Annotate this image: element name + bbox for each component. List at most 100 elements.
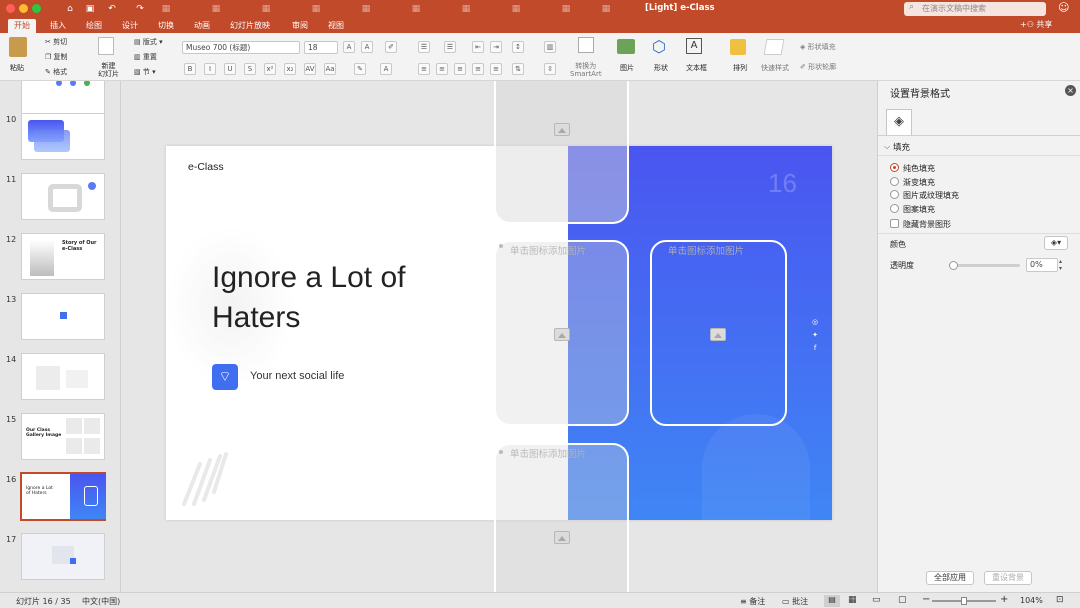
tab-home[interactable]: 开始 [8,19,36,33]
tab-design[interactable]: 设计 [116,19,144,33]
transparency-slider-track[interactable] [952,264,1020,267]
strikethrough-icon[interactable]: S [244,63,256,75]
picture-placeholder-icon[interactable] [554,123,570,136]
slide-thumbnail[interactable]: Our Class Gallery Image [21,413,105,460]
slide-sorter-icon[interactable]: ▦ [848,595,857,605]
zoom-in-button[interactable]: + [1000,594,1008,605]
zoom-window-button[interactable] [32,4,41,13]
transparency-input[interactable]: 0% [1026,258,1058,272]
cut-button[interactable]: ✂ 剪切 [45,37,67,47]
picture-placeholder-icon[interactable] [710,328,726,341]
slide-thumbnail[interactable] [21,113,105,160]
slide-thumbnail[interactable]: Story of Our e-Class [21,233,105,280]
notes-button[interactable]: ≡ 备注 [740,596,765,607]
fit-to-window-icon[interactable]: ⊡ [1056,595,1064,605]
underline-icon[interactable]: U [224,63,236,75]
tab-slideshow[interactable]: 幻灯片放映 [224,19,276,33]
paste-button[interactable]: 粘贴 [10,63,24,73]
close-window-button[interactable] [6,4,15,13]
gradient-fill-radio[interactable] [890,177,899,186]
format-painter-button[interactable]: ✎ 格式 [45,67,67,77]
tab-transitions[interactable]: 切换 [152,19,180,33]
italic-icon[interactable]: I [204,63,216,75]
bullets-icon[interactable]: ☰ [418,41,430,53]
section-button[interactable]: ▧ 节 ▾ [134,67,156,77]
arrange-button[interactable]: 排列 [733,63,747,73]
language-status[interactable]: 中文(中国) [82,596,120,607]
slide-thumbnail-selected[interactable]: Ignore a Lot of Haters [20,472,106,521]
highlight-icon[interactable]: ✎ [354,63,366,75]
tab-insert[interactable]: 插入 [44,19,72,33]
subscript-icon[interactable]: x₂ [284,63,296,75]
arrange-icon[interactable] [730,39,746,55]
text-direction-icon[interactable]: ⇅ [512,63,524,75]
share-button[interactable]: +⚇ 共享 [1020,19,1052,30]
tab-view[interactable]: 视图 [322,19,350,33]
redo-icon[interactable]: ↷ [134,3,146,15]
tab-animations[interactable]: 动画 [188,19,216,33]
undo-icon[interactable]: ↶ [106,3,118,15]
account-icon[interactable]: ☺ [1058,1,1069,14]
picture-placeholder[interactable] [494,81,629,224]
smartart-icon[interactable] [578,37,594,53]
picture-placeholder-icon[interactable] [554,328,570,341]
slide-thumbnail[interactable] [21,293,105,340]
indent-icon[interactable]: ⇥ [490,41,502,53]
textbox-icon[interactable]: A [686,38,702,54]
bold-icon[interactable]: B [184,63,196,75]
shape-fill-button[interactable]: ◈ 形状填充 [800,42,836,52]
paste-icon[interactable] [9,37,27,57]
slide-thumbnail[interactable] [21,353,105,400]
transparency-stepper[interactable]: ▴ ▾ [1059,258,1062,272]
shape-outline-button[interactable]: ✐ 形状轮廓 [800,62,836,72]
search-input[interactable]: 在演示文稿中搜索 [904,2,1046,16]
reading-view-icon[interactable]: ▭ [872,595,881,605]
comments-button[interactable]: ▭ 批注 [782,596,808,607]
home-icon[interactable]: ⌂ [64,3,76,15]
slide-title[interactable]: Ignore a Lot of Haters [212,258,405,338]
align-left-icon[interactable]: ≡ [418,63,430,75]
reset-button[interactable]: ▥ 重置 [134,52,157,62]
slide-thumbnail[interactable] [21,533,105,580]
picture-placeholder-icon[interactable] [554,531,570,544]
zoom-out-button[interactable]: − [922,594,930,605]
tab-review[interactable]: 审阅 [286,19,314,33]
quick-styles-button[interactable]: 快速样式 [761,63,789,73]
new-slide-icon[interactable] [98,37,114,55]
distributed-icon[interactable]: ≡ [490,63,502,75]
save-icon[interactable]: ▣ [84,3,96,15]
solid-fill-radio[interactable] [890,163,899,172]
collapse-chevron-icon[interactable]: ⌵ [884,142,890,152]
outdent-icon[interactable]: ⇤ [472,41,484,53]
font-color-icon[interactable]: A [380,63,392,75]
increase-font-icon[interactable]: A [343,41,355,53]
close-panel-button[interactable]: × [1065,85,1076,96]
picture-placeholder[interactable]: 单击图标添加图片 [494,240,629,426]
slide-thumbnails-pane[interactable]: 10 11 12 Story of Our e-Class 13 14 15 O… [0,81,121,592]
reset-background-button[interactable]: 重设背景 [984,571,1032,585]
align-text-icon[interactable]: ⇳ [544,63,556,75]
transparency-slider-handle[interactable] [949,261,958,270]
minimize-window-button[interactable] [19,4,28,13]
shape-button[interactable]: 形状 [654,63,668,73]
fill-tab-icon[interactable]: ◈ [886,109,912,135]
picture-fill-radio[interactable] [890,190,899,199]
pattern-fill-radio[interactable] [890,204,899,213]
change-case-icon[interactable]: Aa [324,63,336,75]
line-spacing-icon[interactable]: ↕ [512,41,524,53]
convert-smartart-button[interactable]: 转换为 SmartArt [570,62,602,78]
normal-view-icon[interactable]: ▤ [824,595,840,607]
slideshow-icon[interactable]: ▢ [898,595,907,605]
font-size-select[interactable]: 18 [304,41,338,54]
clear-format-icon[interactable]: ✐ [385,41,397,53]
quick-styles-icon[interactable] [763,39,785,55]
char-spacing-icon[interactable]: AV [304,63,316,75]
picture-button[interactable]: 图片 [620,63,634,73]
numbering-icon[interactable]: ☰ [444,41,456,53]
justify-icon[interactable]: ≡ [472,63,484,75]
decrease-font-icon[interactable]: A [361,41,373,53]
slide-thumbnail[interactable] [21,173,105,220]
picture-placeholder[interactable]: 单击图标添加图片 [494,443,629,592]
columns-icon[interactable]: ▥ [544,41,556,53]
copy-button[interactable]: ❐ 复制 [45,52,68,62]
